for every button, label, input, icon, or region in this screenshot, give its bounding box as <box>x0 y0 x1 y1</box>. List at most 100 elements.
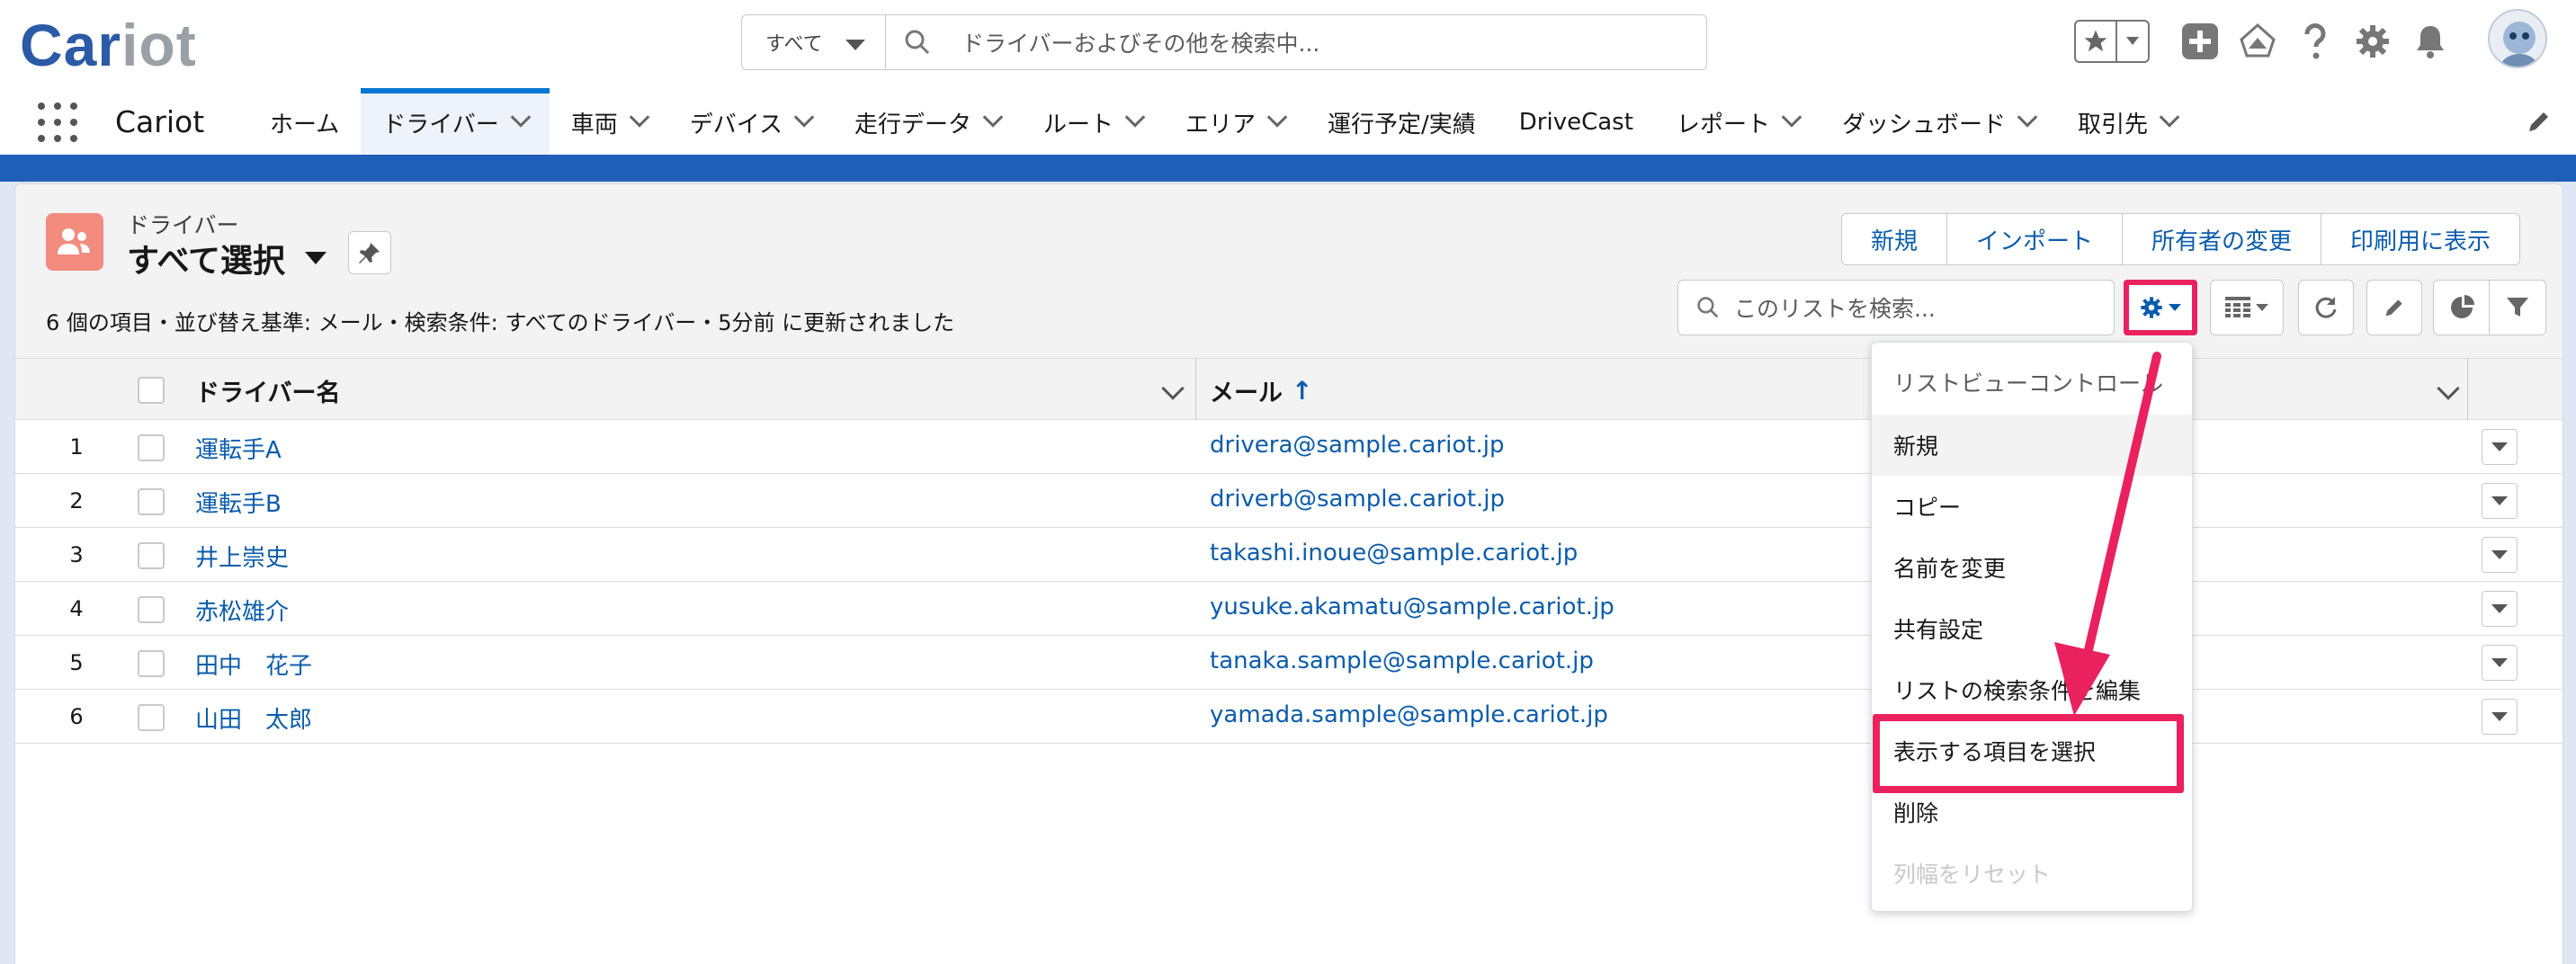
row-actions-button[interactable] <box>2482 429 2518 465</box>
nav-tab-0[interactable]: ホーム <box>248 90 361 155</box>
driver-name-link[interactable]: 井上崇史 <box>195 540 289 573</box>
nav-tab-label: DriveCast <box>1518 109 1633 136</box>
row-checkbox[interactable] <box>138 488 165 515</box>
menu-item-sharing[interactable]: 共有設定 <box>1872 598 2192 659</box>
favorites-button[interactable] <box>2074 20 2150 63</box>
row-actions-button[interactable] <box>2482 699 2518 735</box>
row-checkbox[interactable] <box>138 434 165 461</box>
chart-button[interactable] <box>2434 281 2490 335</box>
list-search-input[interactable]: このリストを検索... <box>1734 291 1936 324</box>
edit-nav-pencil-icon[interactable] <box>2526 108 2553 138</box>
nav-tab-9[interactable]: レポート <box>1655 90 1820 155</box>
menu-item-select-fields[interactable]: 表示する項目を選択 <box>1872 720 2192 781</box>
nav-tab-10[interactable]: ダッシュボード <box>1820 90 2056 155</box>
nav-tab-1[interactable]: ドライバー <box>361 88 550 155</box>
help-icon[interactable] <box>2286 16 2344 67</box>
nav-tab-11[interactable]: 取引先 <box>2056 90 2198 155</box>
menu-item-clone[interactable]: コピー <box>1872 476 2192 537</box>
cariot-logo[interactable]: Cariot <box>20 13 197 77</box>
refresh-icon <box>2315 297 2337 318</box>
email-link[interactable]: tanaka.sample@sample.cariot.jp <box>1210 647 1594 674</box>
email-link[interactable]: driverb@sample.cariot.jp <box>1210 486 1505 513</box>
pie-chart-icon <box>2450 295 2474 318</box>
refresh-button[interactable] <box>2298 280 2354 335</box>
chevron-down-icon[interactable] <box>1781 107 1802 128</box>
printable-view-button[interactable]: 印刷用に表示 <box>2321 214 2519 264</box>
nav-tab-8[interactable]: DriveCast <box>1498 90 1655 155</box>
caret-down-icon <box>2491 550 2508 559</box>
setup-gear-icon[interactable] <box>2344 16 2402 67</box>
user-avatar[interactable] <box>2488 9 2547 68</box>
row-checkbox[interactable] <box>138 596 165 623</box>
nav-tab-3[interactable]: デバイス <box>668 90 833 155</box>
row-checkbox[interactable] <box>138 542 165 569</box>
list-search-field[interactable]: このリストを検索... <box>1677 280 2115 335</box>
inline-edit-button[interactable] <box>2366 280 2422 335</box>
email-link[interactable]: yamada.sample@sample.cariot.jp <box>1210 701 1608 728</box>
nav-tab-label: 取引先 <box>2077 111 2148 138</box>
chevron-down-icon[interactable] <box>510 107 532 128</box>
chevron-down-icon[interactable] <box>2159 107 2180 128</box>
email-link[interactable]: drivera@sample.cariot.jp <box>1210 432 1504 459</box>
row-actions-button[interactable] <box>2482 591 2518 627</box>
chevron-down-icon[interactable] <box>1124 107 1146 128</box>
menu-item-new[interactable]: 新規 <box>1872 415 2192 476</box>
row-actions-button[interactable] <box>2482 483 2518 519</box>
menu-item-rename[interactable]: 名前を変更 <box>1872 537 2192 598</box>
app-launcher-icon[interactable] <box>38 103 77 142</box>
row-checkbox[interactable] <box>138 704 165 731</box>
select-all-checkbox[interactable] <box>138 377 165 404</box>
menu-item-delete[interactable]: 削除 <box>1872 781 2192 843</box>
global-search[interactable]: すべて ドライバーおよびその他を検索中... <box>741 14 1707 70</box>
chevron-down-icon[interactable] <box>1266 107 1288 128</box>
menu-item-edit-filters[interactable]: リストの検索条件を編集 <box>1872 659 2192 720</box>
change-owner-button[interactable]: 所有者の変更 <box>2123 214 2322 264</box>
new-button[interactable]: 新規 <box>1842 214 1948 264</box>
driver-name-link[interactable]: 赤松雄介 <box>195 594 289 627</box>
sort-ascending-icon: ↑ <box>1292 376 1313 406</box>
column-divider[interactable] <box>1195 359 1196 420</box>
nav-tab-5[interactable]: ルート <box>1022 90 1164 155</box>
row-actions-button[interactable] <box>2482 537 2518 573</box>
nav-tab-7[interactable]: 運行予定/実績 <box>1306 90 1498 155</box>
column-menu-chevron-icon[interactable] <box>1161 377 1185 400</box>
row-number: 5 <box>69 650 84 675</box>
add-icon[interactable] <box>2171 16 2229 67</box>
nav-tab-6[interactable]: エリア <box>1164 90 1306 155</box>
global-header: Cariot すべて ドライバーおよびその他を検索中... <box>0 0 2576 90</box>
list-view-controls-button[interactable] <box>2124 280 2197 335</box>
notification-bell-icon[interactable] <box>2402 16 2459 67</box>
search-scope-select[interactable]: すべて <box>742 15 886 69</box>
import-button[interactable]: インポート <box>1947 214 2124 264</box>
row-number: 3 <box>69 542 84 567</box>
driver-name-link[interactable]: 田中 花子 <box>195 647 312 681</box>
column-header-driver-name[interactable]: ドライバー名 <box>195 373 340 408</box>
search-scope-label: すべて <box>765 33 823 56</box>
pencil-icon <box>2385 299 2402 317</box>
chevron-down-icon[interactable] <box>629 107 650 128</box>
gear-icon <box>2141 297 2162 318</box>
row-actions-button[interactable] <box>2482 645 2518 681</box>
trailhead-icon[interactable] <box>2229 16 2286 67</box>
row-checkbox[interactable] <box>138 650 165 677</box>
driver-name-link[interactable]: 運転手A <box>195 432 282 465</box>
chevron-down-icon[interactable] <box>982 107 1004 128</box>
chevron-down-icon[interactable] <box>793 107 815 128</box>
row-number: 2 <box>69 488 84 513</box>
nav-tab-4[interactable]: 走行データ <box>833 90 1022 155</box>
nav-tab-2[interactable]: 車両 <box>550 90 668 155</box>
list-view-selector[interactable]: すべて選択 <box>127 235 327 281</box>
chevron-down-icon[interactable] <box>2017 107 2038 128</box>
display-as-button[interactable] <box>2210 280 2284 335</box>
column-menu-chevron-icon[interactable] <box>2437 377 2460 400</box>
pin-list-view-button[interactable] <box>348 231 391 274</box>
search-input[interactable]: ドライバーおよびその他を検索中... <box>962 26 1319 58</box>
column-divider[interactable] <box>2467 359 2468 420</box>
email-link[interactable]: takashi.inoue@sample.cariot.jp <box>1210 540 1578 567</box>
filter-button[interactable] <box>2490 281 2545 335</box>
driver-name-link[interactable]: 運転手B <box>195 486 282 519</box>
driver-name-link[interactable]: 山田 太郎 <box>195 701 312 735</box>
column-header-email[interactable]: メール ↑ <box>1210 373 1312 408</box>
row-number: 6 <box>69 704 84 729</box>
email-link[interactable]: yusuke.akamatu@sample.cariot.jp <box>1210 594 1614 620</box>
